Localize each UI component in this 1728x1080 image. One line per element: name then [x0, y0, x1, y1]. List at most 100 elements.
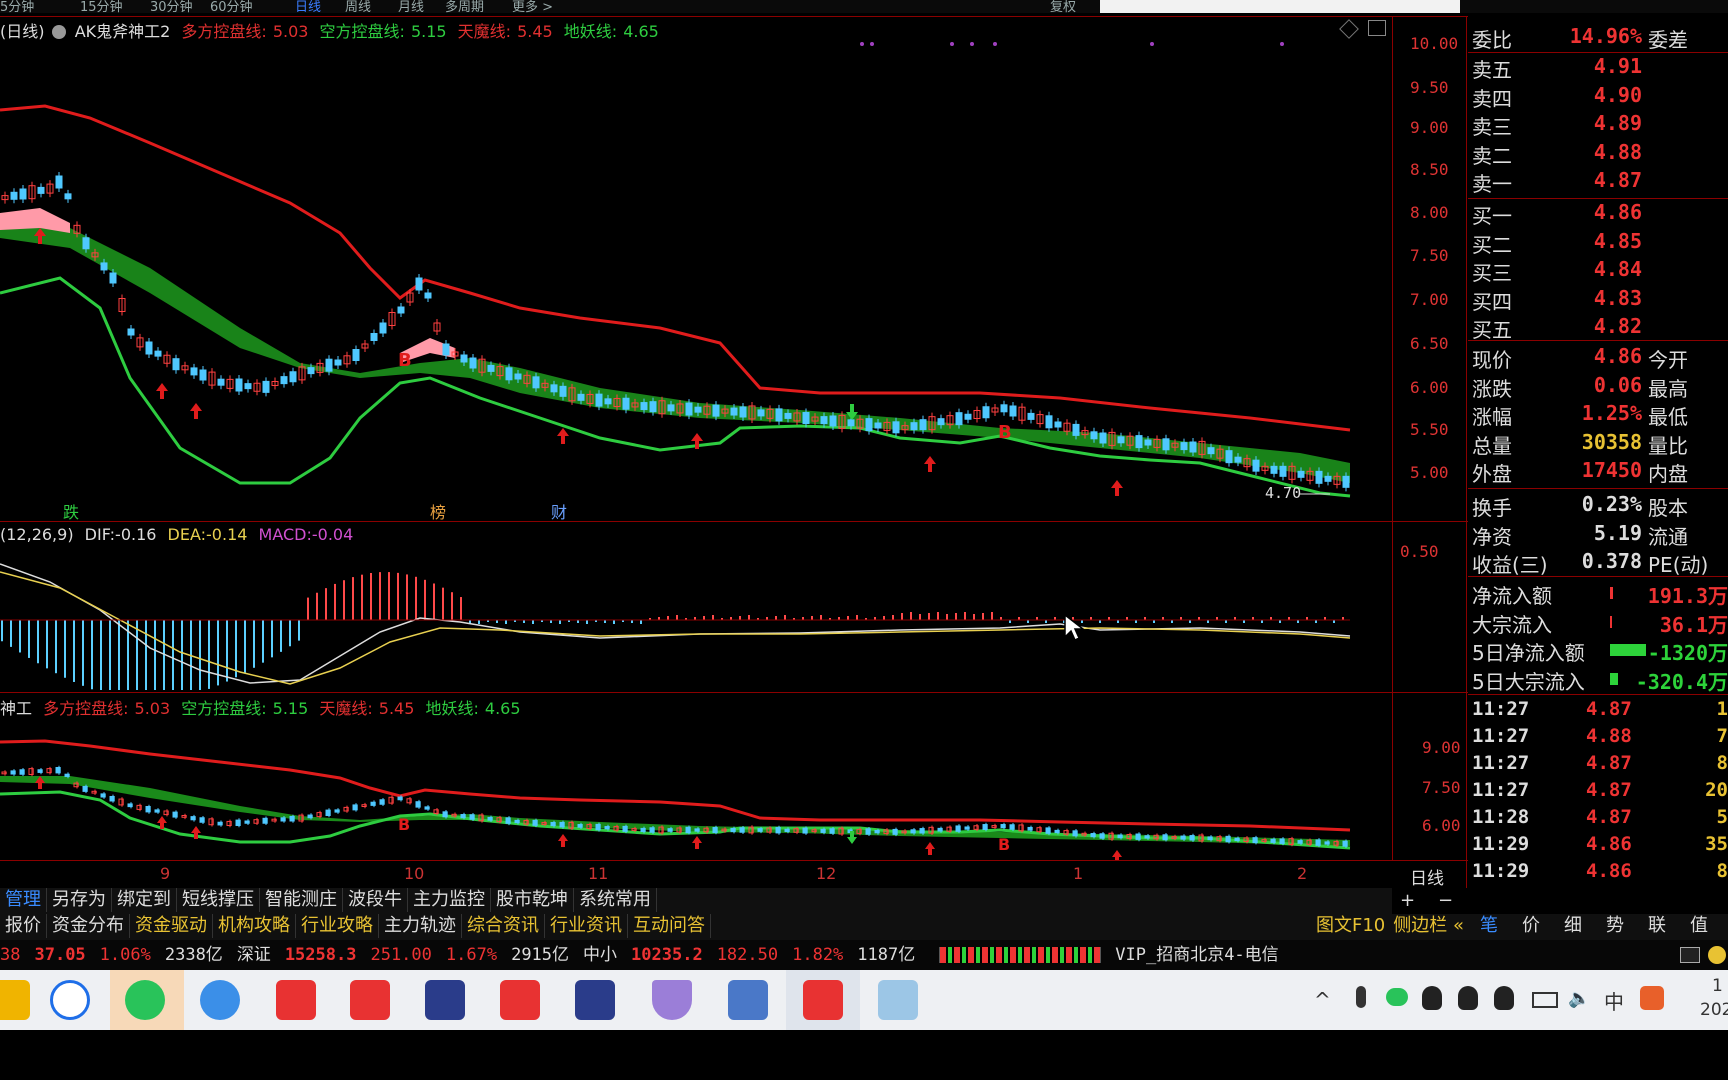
quote-row[interactable]: 涨幅 1.25% 最低 [1468, 401, 1728, 429]
quote-row[interactable]: 涨跌 0.06 最高 [1468, 373, 1728, 401]
mic-icon[interactable] [1356, 986, 1366, 1008]
quote-row[interactable]: 收益(三) 0.378 PE(动) [1468, 549, 1728, 577]
quote-tab[interactable]: 细 [1552, 914, 1594, 938]
sogou-tray-icon[interactable] [1640, 986, 1664, 1010]
quote-row[interactable]: 买三 4.84 [1468, 257, 1728, 285]
window-icon[interactable] [1680, 947, 1700, 963]
shield-icon[interactable] [652, 980, 692, 1020]
clock-date[interactable]: 202 [1700, 1000, 1728, 1020]
quote-row[interactable]: 卖五 4.91 [1468, 54, 1728, 82]
alert-icon[interactable] [1708, 946, 1726, 964]
toolbar1-tab[interactable]: 系统常用 [574, 888, 657, 912]
period-multi[interactable]: 多周期 [445, 0, 484, 13]
toolbar1-tab[interactable]: 管理 [0, 888, 47, 912]
period-monthly[interactable]: 月线 [398, 0, 424, 13]
adjust-button[interactable]: 复权 [1050, 0, 1076, 13]
media-icon[interactable] [425, 980, 465, 1020]
period-daily[interactable]: 日线 [295, 0, 321, 13]
toolbar1-tab[interactable]: 股市乾坤 [491, 888, 574, 912]
macd-chart[interactable] [0, 548, 1390, 690]
stock-app-icon[interactable] [500, 980, 540, 1020]
toolbar2-tab[interactable]: 资金分布 [47, 914, 130, 938]
sidebar-toggle-button[interactable]: 侧边栏 « [1393, 915, 1464, 936]
quote-tab[interactable]: 值 [1678, 914, 1720, 938]
period-indicator[interactable]: 日线 [1410, 864, 1444, 889]
f10-button[interactable]: 图文F10 [1316, 915, 1385, 936]
toolbar1-tab[interactable]: 智能测庄 [260, 888, 343, 912]
stock-app-icon[interactable] [803, 980, 843, 1020]
clock-time[interactable]: 1 [1712, 976, 1723, 996]
event-label-die[interactable]: 跌 [63, 499, 79, 523]
candle [1099, 833, 1105, 839]
flow-row[interactable]: 大宗流入 36.1万 [1468, 609, 1728, 637]
quote-row[interactable]: 买五 4.82 [1468, 314, 1728, 342]
toolbar1-tab[interactable]: 绑定到 [112, 888, 177, 912]
wechat-tray-icon[interactable] [1386, 988, 1408, 1006]
flow-row[interactable]: 5日大宗流入 -320.4万 [1468, 666, 1728, 694]
quote-row[interactable]: 换手 0.23% 股本 [1468, 492, 1728, 520]
event-label-cai[interactable]: 财 [551, 499, 567, 523]
toolbar1-tab[interactable]: 主力监控 [408, 888, 491, 912]
quote-tab[interactable]: 价 [1510, 914, 1552, 938]
flow-row[interactable]: 净流入额 191.3万 [1468, 580, 1728, 608]
quote-row[interactable]: 买一 4.86 [1468, 200, 1728, 228]
server-label[interactable]: VIP_招商北京4-电信 [1115, 940, 1278, 970]
toolbar2-tab[interactable]: 主力轨迹 [379, 914, 462, 938]
remote-desktop-icon[interactable] [728, 980, 768, 1020]
quote-tab[interactable]: 联 [1636, 914, 1678, 938]
event-label-bang[interactable]: 榜 [430, 499, 446, 523]
quote-row[interactable]: 卖四 4.90 [1468, 83, 1728, 111]
toolbar2-tab[interactable]: 资金驱动 [130, 914, 213, 938]
period-15m[interactable]: 15分钟 [80, 0, 123, 13]
toolbar2-tab[interactable]: 报价 [0, 914, 47, 938]
quote-row[interactable]: 净资 5.19 流通 [1468, 521, 1728, 549]
quote-row[interactable]: 卖二 4.88 [1468, 140, 1728, 168]
browser-icon[interactable] [200, 980, 240, 1020]
tick-price: 4.87 [1586, 698, 1632, 720]
flow-row[interactable]: 5日净流入额 -1320万 [1468, 637, 1728, 665]
period-30m[interactable]: 30分钟 [150, 0, 193, 13]
toolbar1-tab[interactable]: 另存为 [47, 888, 112, 912]
toolbar2-tab[interactable]: 机构攻略 [213, 914, 296, 938]
quote-row[interactable]: 卖三 4.89 [1468, 111, 1728, 139]
notepad-icon[interactable] [878, 980, 918, 1020]
ime-indicator[interactable]: 中 [1604, 986, 1624, 1015]
quote-row[interactable]: 卖一 4.87 [1468, 168, 1728, 196]
period-more[interactable]: 更多 > [512, 0, 553, 13]
quote-row[interactable]: 买二 4.85 [1468, 229, 1728, 257]
candle [532, 819, 538, 826]
tray-chevron-icon[interactable]: ^ [1314, 988, 1331, 1012]
quote-row[interactable]: 外盘 17450 内盘 [1468, 458, 1728, 486]
stock-app-icon[interactable] [276, 980, 316, 1020]
stock-app-icon[interactable] [350, 980, 390, 1020]
toolbar2-tab[interactable]: 行业攻略 [296, 914, 379, 938]
wechat-icon[interactable] [125, 980, 165, 1020]
sogou-icon[interactable] [50, 980, 90, 1020]
qq-icon[interactable] [1458, 986, 1478, 1010]
media-icon[interactable] [575, 980, 615, 1020]
toolbar2-tab[interactable]: 行业资讯 [545, 914, 628, 938]
period-5m[interactable]: 5分钟 [0, 0, 34, 13]
quote-row[interactable]: 总量 30358 量比 [1468, 430, 1728, 458]
qq-icon[interactable] [1494, 986, 1514, 1010]
indicator-toolbar: 管理 另存为 绑定到 短线撑压 智能测庄 波段牛 主力监控 股市乾坤 系统常用 [0, 888, 1392, 914]
quote-tab[interactable]: 笔 [1468, 914, 1510, 938]
toolbar1-tab[interactable]: 波段牛 [343, 888, 408, 912]
market-breadth-icon[interactable] [939, 947, 1102, 963]
folder-icon[interactable] [0, 980, 30, 1020]
toolbar1-tab[interactable]: 短线撑压 [177, 888, 260, 912]
quote-row[interactable]: 现价 4.86 今开 [1468, 344, 1728, 372]
period-60m[interactable]: 60分钟 [210, 0, 253, 13]
quote-tab[interactable]: 势 [1594, 914, 1636, 938]
main-kline-chart[interactable]: B B 4.70 [0, 18, 1390, 520]
toolbar2-tab[interactable]: 综合资讯 [462, 914, 545, 938]
zoom-out-button[interactable]: − [1438, 890, 1453, 911]
volume-icon[interactable]: 🔈 [1568, 988, 1590, 1009]
zoom-in-button[interactable]: + [1400, 890, 1415, 911]
qq-icon[interactable] [1422, 986, 1442, 1010]
period-weekly[interactable]: 周线 [345, 0, 371, 13]
battery-icon[interactable] [1532, 992, 1558, 1008]
quote-row[interactable]: 买四 4.83 [1468, 286, 1728, 314]
sub-kline-chart[interactable]: B B [0, 718, 1390, 860]
toolbar2-tab[interactable]: 互动问答 [628, 914, 711, 938]
